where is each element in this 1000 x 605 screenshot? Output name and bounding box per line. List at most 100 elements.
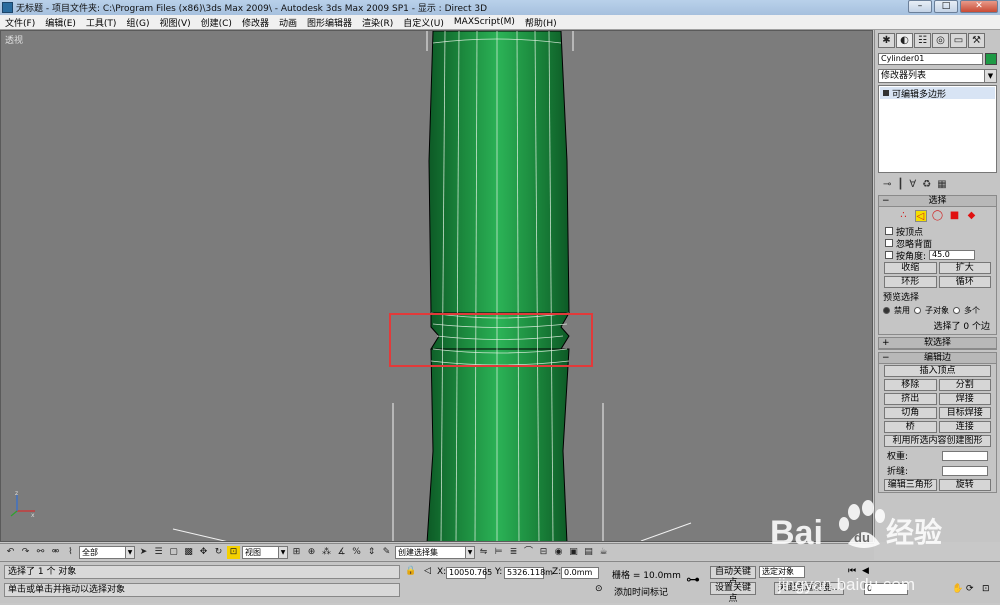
- current-frame-field[interactable]: 0: [864, 583, 908, 595]
- utilities-tab-icon[interactable]: ⚒: [968, 33, 985, 48]
- menu-create[interactable]: 创建(C): [196, 16, 237, 29]
- menu-maxscript[interactable]: MAXScript(M): [449, 17, 520, 27]
- target-weld-button[interactable]: 目标焊接: [938, 407, 991, 419]
- material-editor-icon[interactable]: ◉: [552, 546, 565, 559]
- preview-multi-radio[interactable]: [953, 307, 960, 314]
- loop-button[interactable]: 循环: [938, 276, 991, 288]
- stack-item-editable-poly[interactable]: 可编辑多边形: [880, 87, 995, 100]
- scale-icon[interactable]: ⊡: [227, 545, 240, 559]
- select-manipulate-icon[interactable]: ⊕: [305, 546, 318, 559]
- pin-stack-icon[interactable]: ⊸: [883, 179, 891, 190]
- menu-rendering[interactable]: 渲染(R): [357, 16, 398, 29]
- add-time-tag[interactable]: 添加时间标记: [614, 585, 668, 598]
- snap-toggle-icon[interactable]: ⁂: [320, 546, 333, 559]
- align-icon[interactable]: ⊨: [492, 546, 505, 559]
- element-mode-icon[interactable]: ◆: [966, 210, 978, 222]
- absolute-mode-icon[interactable]: ◁: [424, 566, 431, 576]
- turn-button[interactable]: 旋转: [938, 479, 991, 491]
- crease-spinner[interactable]: [942, 465, 988, 476]
- undo-icon[interactable]: ↶: [4, 546, 17, 559]
- named-selection-dropdown[interactable]: 创建选择集 ▼: [395, 545, 475, 559]
- menu-edit[interactable]: 编辑(E): [40, 16, 81, 29]
- by-vertex-row[interactable]: 按顶点: [879, 225, 996, 238]
- object-name-field[interactable]: Cylinder01: [878, 53, 984, 65]
- modify-tab-icon[interactable]: ◐: [896, 33, 913, 48]
- key-mode-dropdown[interactable]: 选定对象: [759, 566, 805, 578]
- z-coordinate-field[interactable]: 0.0mm: [561, 567, 599, 579]
- configure-sets-icon[interactable]: ▦: [937, 179, 946, 190]
- menu-file[interactable]: 文件(F): [0, 16, 40, 29]
- vertex-mode-icon[interactable]: ∴: [898, 210, 910, 222]
- pivot-center-icon[interactable]: ⊞: [290, 546, 303, 559]
- display-tab-icon[interactable]: ▭: [950, 33, 967, 48]
- rendered-frame-icon[interactable]: ▤: [582, 546, 595, 559]
- schematic-view-icon[interactable]: ⊟: [537, 546, 550, 559]
- curve-editor-icon[interactable]: ⌒: [522, 546, 535, 559]
- by-angle-checkbox[interactable]: [885, 251, 893, 259]
- angle-snap-icon[interactable]: ∡: [335, 546, 348, 559]
- bind-space-warp-icon[interactable]: ⌇: [64, 546, 77, 559]
- ignore-backfacing-row[interactable]: 忽略背面: [879, 237, 996, 250]
- layer-manager-icon[interactable]: ≣: [507, 546, 520, 559]
- region-select-icon[interactable]: ▢: [167, 546, 180, 559]
- weight-spinner[interactable]: [942, 450, 988, 461]
- polygon-mode-icon[interactable]: ■: [949, 210, 961, 222]
- edit-named-selection-icon[interactable]: ✎: [380, 546, 393, 559]
- by-angle-row[interactable]: 按角度: 45.0: [879, 249, 996, 262]
- make-unique-icon[interactable]: ∀: [909, 179, 916, 190]
- chamfer-button[interactable]: 切角: [884, 407, 937, 419]
- select-by-name-icon[interactable]: ☰: [152, 546, 165, 559]
- menu-help[interactable]: 帮助(H): [520, 16, 562, 29]
- x-coordinate-field[interactable]: 10050.765: [446, 567, 492, 579]
- set-key-button[interactable]: 设置关键点: [710, 582, 756, 604]
- border-mode-icon[interactable]: ◯: [932, 210, 944, 222]
- maximize-button[interactable]: □: [934, 0, 958, 13]
- menu-group[interactable]: 组(G): [121, 16, 154, 29]
- y-coordinate-field[interactable]: 5326.118m: [504, 567, 553, 579]
- cylinder-mesh[interactable]: [1, 31, 873, 542]
- modifier-list-dropdown[interactable]: 修改器列表 ▼: [878, 69, 997, 83]
- edit-triangulation-button[interactable]: 编辑三角形: [884, 479, 937, 491]
- render-setup-icon[interactable]: ▣: [567, 546, 580, 559]
- reference-coordinate-dropdown[interactable]: 视图 ▼: [242, 545, 288, 559]
- remove-modifier-icon[interactable]: ♻: [922, 179, 931, 190]
- motion-tab-icon[interactable]: ◎: [932, 33, 949, 48]
- orbit-icon[interactable]: ⟳: [966, 584, 974, 594]
- angle-spinner[interactable]: 45.0: [929, 250, 976, 260]
- bridge-button[interactable]: 桥: [884, 421, 937, 433]
- key-icon[interactable]: ⊶: [686, 572, 700, 588]
- menu-graph-editors[interactable]: 图形编辑器: [302, 16, 357, 29]
- auto-key-button[interactable]: 自动关键点: [710, 566, 756, 588]
- preview-subobj-radio[interactable]: [914, 307, 921, 314]
- remove-button[interactable]: 移除: [884, 379, 937, 391]
- modifier-stack[interactable]: 可编辑多边形: [878, 85, 997, 173]
- link-icon[interactable]: ⚯: [34, 546, 47, 559]
- unlink-icon[interactable]: ⚮: [49, 546, 62, 559]
- show-end-result-icon[interactable]: ┃: [897, 179, 903, 190]
- expand-icon[interactable]: [883, 90, 889, 96]
- app-icon[interactable]: [2, 2, 13, 13]
- connect-button[interactable]: 连接: [938, 421, 991, 433]
- hierarchy-tab-icon[interactable]: ☷: [914, 33, 931, 48]
- preview-off-radio[interactable]: [883, 307, 890, 314]
- prev-frame-icon[interactable]: ◀: [862, 566, 869, 576]
- time-tag-icon[interactable]: ⊙: [595, 584, 603, 594]
- selection-rollout-header[interactable]: − 选择: [879, 196, 996, 207]
- menu-modifiers[interactable]: 修改器: [237, 16, 274, 29]
- selection-filter-dropdown[interactable]: 全部 ▼: [79, 545, 135, 559]
- weld-button[interactable]: 焊接: [938, 393, 991, 405]
- select-object-icon[interactable]: ➤: [137, 546, 150, 559]
- menu-customize[interactable]: 自定义(U): [398, 16, 449, 29]
- maximize-viewport-icon[interactable]: ⊡: [982, 584, 990, 594]
- create-tab-icon[interactable]: ✱: [878, 33, 895, 48]
- mirror-icon[interactable]: ⇋: [477, 546, 490, 559]
- close-button[interactable]: ✕: [960, 0, 998, 13]
- move-icon[interactable]: ✥: [197, 546, 210, 559]
- ring-button[interactable]: 环形: [884, 276, 937, 288]
- window-crossing-icon[interactable]: ▩: [182, 546, 195, 559]
- redo-icon[interactable]: ↷: [19, 546, 32, 559]
- by-vertex-checkbox[interactable]: [885, 227, 893, 235]
- insert-vertex-button[interactable]: 插入顶点: [884, 365, 991, 377]
- pan-icon[interactable]: ✋: [952, 584, 963, 594]
- render-icon[interactable]: ☕: [597, 546, 610, 559]
